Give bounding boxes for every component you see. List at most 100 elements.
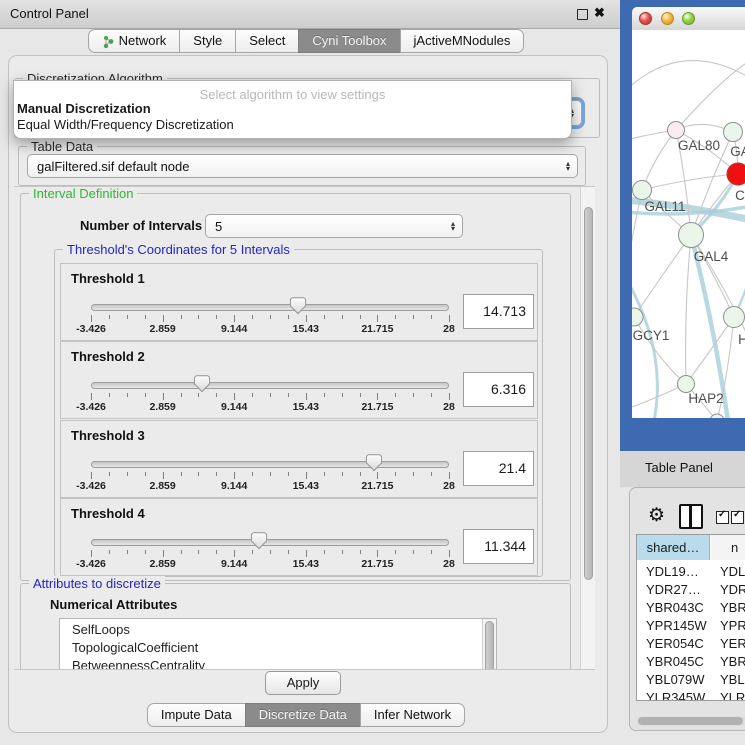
slider-tick-label: 21.715 <box>361 401 393 413</box>
attributes-list[interactable]: SelfLoopsTopologicalCoefficientBetweenne… <box>59 618 497 670</box>
slider-tick-label: 21.715 <box>361 558 393 570</box>
zoom-traffic-light[interactable] <box>682 12 695 25</box>
table-row[interactable]: YBL079WYBL0 <box>637 671 745 689</box>
network-node[interactable] <box>727 163 745 185</box>
dropdown-option-manual-discretization[interactable]: Manual Discretization <box>17 101 151 117</box>
apply-button[interactable]: Apply <box>265 671 341 695</box>
slider-tick <box>270 550 271 554</box>
network-node-label: C <box>735 188 745 203</box>
network-node[interactable] <box>724 307 745 328</box>
slider-tick-label: 28 <box>443 480 455 492</box>
tab-cyni-toolbox[interactable]: Cyni Toolbox <box>298 29 400 53</box>
checkbox-icon[interactable] <box>716 511 729 524</box>
slider-tick-label: 2.859 <box>149 558 175 570</box>
network-node[interactable] <box>724 123 743 142</box>
table-data-combobox[interactable]: galFiltered.sif default node ▴▾ <box>27 154 578 178</box>
slider-tick <box>91 315 92 322</box>
table-row[interactable]: YDR27…YDR2 <box>637 581 745 599</box>
threshold-slider-thumb[interactable] <box>365 454 383 472</box>
group-title: Table Data <box>27 139 97 154</box>
table-h-scrollbar-thumb[interactable] <box>638 717 743 725</box>
threshold-panel-2: Threshold 2-3.4262.8599.14415.4321.71528… <box>60 341 538 419</box>
tab-select[interactable]: Select <box>235 29 299 53</box>
network-node[interactable] <box>668 122 685 139</box>
slider-tick <box>342 472 343 476</box>
settings-scrollbar-thumb[interactable] <box>584 207 593 580</box>
minimize-traffic-light[interactable] <box>661 12 674 25</box>
threshold-value-field[interactable]: 21.4 <box>463 451 534 486</box>
slider-tick <box>91 472 92 479</box>
column-layout-icon[interactable] <box>679 504 703 529</box>
threshold-panel-1: Threshold 1-3.4262.8599.14415.4321.71528… <box>60 263 538 341</box>
threshold-slider-thumb[interactable] <box>193 375 211 393</box>
threshold-slider-track[interactable] <box>91 539 449 546</box>
threshold-value-field[interactable]: 11.344 <box>463 529 534 564</box>
tab-style[interactable]: Style <box>179 29 236 53</box>
num-intervals-label: Number of Intervals <box>80 218 202 233</box>
slider-tick <box>395 550 396 554</box>
attribute-list-item[interactable]: BetweennessCentrality <box>60 657 496 670</box>
table-h-scrollbar[interactable] <box>636 716 745 726</box>
bottom-tab-impute-data[interactable]: Impute Data <box>147 703 246 727</box>
close-traffic-light[interactable] <box>639 12 652 25</box>
table-row[interactable]: YBR043CYBR0 <box>637 599 745 617</box>
tab-label: Select <box>249 30 285 52</box>
tab-jactivemnodules[interactable]: jActiveMNodules <box>400 29 525 53</box>
slider-tick <box>163 315 164 322</box>
slider-tick-label: -3.426 <box>76 558 106 570</box>
network-node[interactable] <box>633 181 652 200</box>
slider-tick <box>413 393 414 397</box>
cell-name: YDL1 <box>720 563 745 581</box>
table-row[interactable]: YER054CYER0 <box>637 635 745 653</box>
slider-tick <box>163 393 164 400</box>
float-window-icon[interactable] <box>577 9 588 20</box>
bottom-tab-discretize-data[interactable]: Discretize Data <box>245 703 361 727</box>
network-node[interactable] <box>678 376 695 393</box>
threshold-slider-track[interactable] <box>91 461 449 468</box>
slider-tick-label: -3.426 <box>76 480 106 492</box>
gear-icon[interactable]: ⚙ <box>648 504 665 527</box>
threshold-value-field[interactable]: 14.713 <box>463 294 534 329</box>
slider-tick <box>252 472 253 476</box>
list-scrollbar-thumb[interactable] <box>485 621 494 670</box>
column-header-shared-name[interactable]: shared… <box>637 535 710 560</box>
threshold-slider-track[interactable] <box>91 304 449 311</box>
combo-value: 5 <box>215 219 222 234</box>
network-edge <box>642 130 676 190</box>
slider-tick <box>252 315 253 319</box>
network-window-titlebar[interactable] <box>632 7 745 31</box>
threshold-slider-thumb[interactable] <box>289 297 307 315</box>
settings-scrollbar[interactable] <box>580 187 595 669</box>
num-intervals-combobox[interactable]: 5 ▴▾ <box>205 214 463 238</box>
node-table[interactable]: shared… n YDL19…YDL1YDR27…YDR2YBR043CYBR… <box>636 534 745 701</box>
bottom-tab-infer-network[interactable]: Infer Network <box>360 703 465 727</box>
column-header-name[interactable]: n <box>711 535 745 560</box>
table-row[interactable]: YDL19…YDL1 <box>637 563 745 581</box>
checkbox-icon[interactable] <box>731 511 744 524</box>
threshold-label: Threshold 4 <box>71 506 145 521</box>
network-edge <box>691 235 734 317</box>
tab-network[interactable]: Network <box>88 29 181 53</box>
threshold-value-field[interactable]: 6.316 <box>463 372 534 407</box>
table-row[interactable]: YLR345WYLR3 <box>637 689 745 701</box>
threshold-label: Threshold 1 <box>71 271 145 286</box>
threshold-slider-track[interactable] <box>91 382 449 389</box>
slider-tick <box>431 315 432 319</box>
close-icon[interactable]: ✖ <box>594 5 605 21</box>
slider-tick-label: 21.715 <box>361 323 393 335</box>
network-node-label: GAL11 <box>644 199 685 214</box>
cell-name: YLR3 <box>720 689 745 701</box>
attribute-list-item[interactable]: SelfLoops <box>60 621 496 639</box>
cell-shared-name: YER054C <box>646 635 704 653</box>
slider-tick <box>270 315 271 319</box>
attribute-list-item[interactable]: TopologicalCoefficient <box>60 639 496 657</box>
threshold-slider-thumb[interactable] <box>250 532 268 550</box>
network-canvas[interactable]: GAL80GACGAL11GAL4GCY1HHAP2 <box>632 30 745 418</box>
dropdown-option-equal-width-frequency-discretization[interactable]: Equal Width/Frequency Discretization <box>17 117 234 133</box>
group-title: Threshold's Coordinates for 5 Intervals <box>63 242 294 257</box>
list-scrollbar[interactable] <box>482 619 496 670</box>
network-node[interactable] <box>679 223 704 248</box>
group-title: Attributes to discretize <box>29 576 165 591</box>
table-row[interactable]: YPR145WYPR1 <box>637 617 745 635</box>
table-row[interactable]: YBR045CYBR0 <box>637 653 745 671</box>
